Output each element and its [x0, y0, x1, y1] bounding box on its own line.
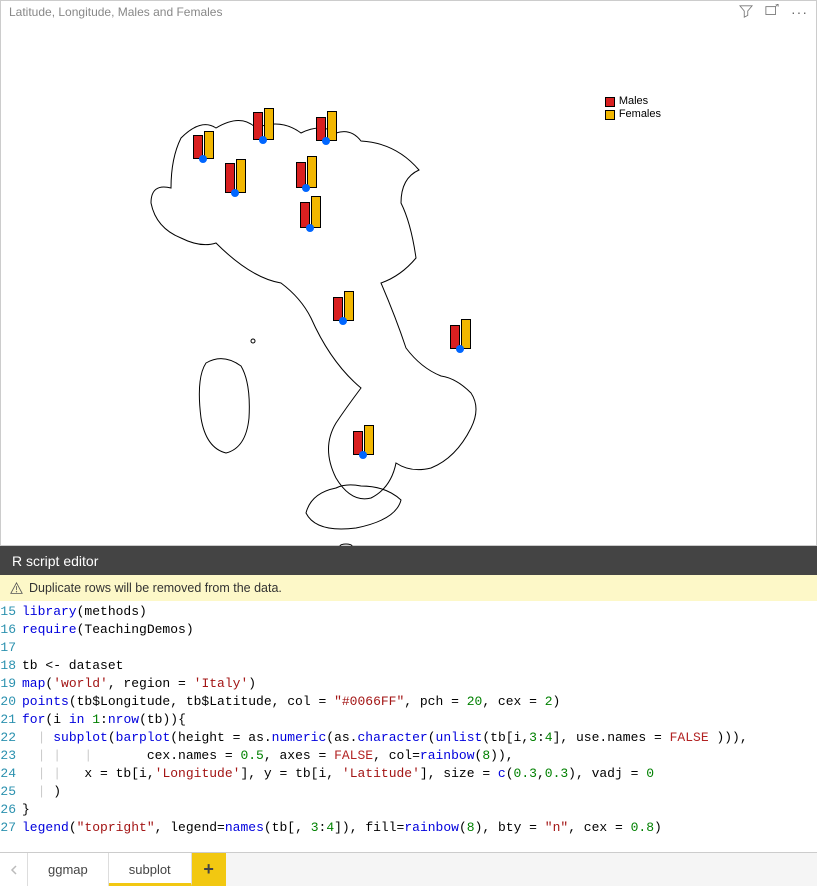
tab-ggmap[interactable]: ggmap [28, 853, 109, 886]
map-plot: Males Females [1, 23, 816, 543]
map-marker [450, 319, 471, 349]
focus-mode-icon[interactable] [765, 4, 779, 21]
line-number: 25 [0, 783, 22, 801]
code-line[interactable]: 19map('world', region = 'Italy') [0, 675, 817, 693]
tab-subplot[interactable]: subplot [109, 853, 192, 886]
r-script-editor-panel: R script editor Duplicate rows will be r… [0, 546, 817, 886]
visual-header: Latitude, Longitude, Males and Females ·… [1, 1, 816, 23]
warning-text: Duplicate rows will be removed from the … [29, 581, 282, 595]
line-number: 15 [0, 603, 22, 621]
code-line[interactable]: 26} [0, 801, 817, 819]
line-number: 23 [0, 747, 22, 765]
code-line[interactable]: 22 | subplot(barplot(height = as.numeric… [0, 729, 817, 747]
map-marker [193, 131, 214, 159]
map-marker [296, 156, 317, 188]
line-number: 21 [0, 711, 22, 729]
warning-bar: Duplicate rows will be removed from the … [0, 575, 817, 601]
line-number: 26 [0, 801, 22, 819]
line-number: 24 [0, 765, 22, 783]
visual-container: Latitude, Longitude, Males and Females ·… [0, 0, 817, 546]
map-marker [253, 108, 274, 140]
tab-scroll-left[interactable] [0, 853, 28, 886]
map-marker [316, 111, 337, 141]
line-number: 18 [0, 657, 22, 675]
editor-header: R script editor [0, 547, 817, 575]
line-number: 22 [0, 729, 22, 747]
line-number: 27 [0, 819, 22, 837]
line-number: 19 [0, 675, 22, 693]
code-editor[interactable]: 15library(methods)16require(TeachingDemo… [0, 601, 817, 852]
warning-icon [10, 582, 23, 595]
code-line[interactable]: 15library(methods) [0, 603, 817, 621]
map-marker [333, 291, 354, 321]
code-line[interactable]: 17 [0, 639, 817, 657]
filter-icon[interactable] [739, 4, 753, 21]
code-line[interactable]: 20points(tb$Longitude, tb$Latitude, col … [0, 693, 817, 711]
code-line[interactable]: 18tb <- dataset [0, 657, 817, 675]
map-marker [300, 196, 321, 228]
code-line[interactable]: 23 | | | cex.names = 0.5, axes = FALSE, … [0, 747, 817, 765]
visual-title: Latitude, Longitude, Males and Females [9, 5, 222, 19]
italy-map-outline [1, 28, 701, 548]
map-marker [225, 159, 246, 193]
tab-add-button[interactable]: + [192, 853, 226, 886]
more-options-icon[interactable]: ··· [791, 4, 808, 20]
line-number: 20 [0, 693, 22, 711]
code-line[interactable]: 16require(TeachingDemos) [0, 621, 817, 639]
code-line[interactable]: 24 | | x = tb[i,'Longitude'], y = tb[i, … [0, 765, 817, 783]
code-line[interactable]: 21for(i in 1:nrow(tb)){ [0, 711, 817, 729]
line-number: 17 [0, 639, 22, 657]
tab-bar: ggmap subplot + [0, 852, 817, 886]
code-line[interactable]: 27legend("topright", legend=names(tb[, 3… [0, 819, 817, 837]
visual-actions: ··· [739, 4, 808, 21]
code-line[interactable]: 25 | ) [0, 783, 817, 801]
line-number: 16 [0, 621, 22, 639]
map-marker [353, 425, 374, 455]
